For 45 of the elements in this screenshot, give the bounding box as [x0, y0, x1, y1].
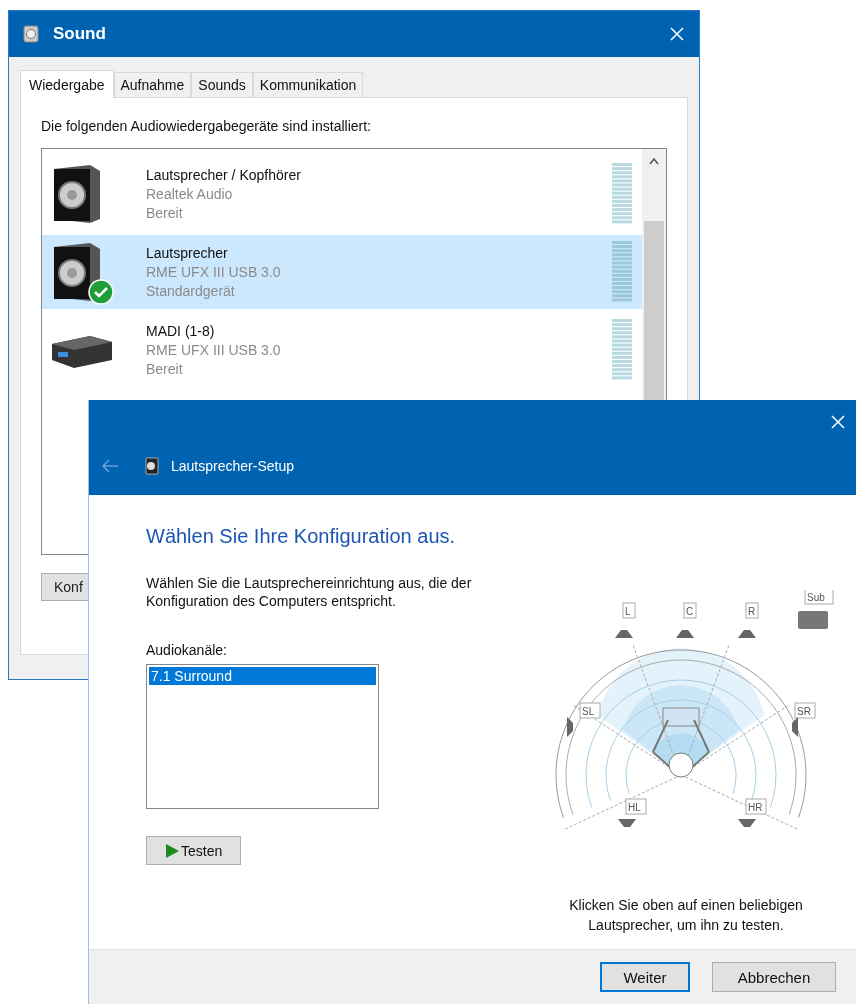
level-meter-icon [612, 241, 632, 303]
device-row[interactable]: MADI (1-8) RME UFX III USB 3.0 Bereit [42, 313, 642, 387]
speaker-button[interactable]: R [738, 602, 759, 638]
channels-label: Audiokanäle: [146, 642, 228, 658]
speaker-button[interactable]: Sub [798, 590, 834, 629]
tab[interactable]: Kommunikation [252, 72, 364, 97]
device-driver: Realtek Audio [146, 184, 234, 204]
speaker-button[interactable]: C [676, 602, 697, 638]
speaker-button[interactable]: SR [792, 702, 816, 737]
dialog-button[interactable]: Abbrechen [712, 962, 836, 992]
channel-option[interactable]: 7.1 Surround [149, 667, 376, 685]
device-row[interactable]: Lautsprecher RME UFX III USB 3.0 Standardgerät [42, 235, 642, 309]
tab[interactable]: Wiedergabe [20, 70, 114, 98]
window-title: Sound [53, 24, 107, 44]
device-driver: RME UFX III USB 3.0 [146, 340, 282, 360]
description-text: Wählen Sie die Lautsprechereinrichtung aus, die der Konfiguration des Computers entspricht. [146, 574, 473, 610]
close-icon[interactable] [669, 26, 685, 42]
device-status: Standardgerät [146, 281, 236, 301]
instruction-text: Die folgenden Audiowiedergabegeräte sind installiert: [41, 118, 372, 134]
level-meter-icon [612, 163, 632, 225]
speaker-icon [23, 25, 39, 43]
speaker-button[interactable]: HR [738, 798, 767, 827]
device-name: MADI (1-8) [146, 321, 216, 341]
device-status: Bereit [146, 359, 184, 379]
play-icon [165, 843, 179, 858]
window-title: Lautsprecher-Setup [171, 458, 294, 474]
test-button[interactable]: Testen [146, 836, 242, 865]
level-meter-icon [612, 319, 632, 381]
listener-at-desk-drawing [652, 707, 710, 778]
close-icon[interactable] [830, 414, 846, 430]
device-driver: RME UFX III USB 3.0 [146, 262, 282, 282]
device-row[interactable]: Lautsprecher / Kopfhörer Realtek Audio Bereit [42, 157, 642, 231]
hint-text: Klicken Sie oben auf einen beliebigen Lautsprecher, um ihn zu testen. [568, 896, 804, 935]
tab[interactable]: Sounds [191, 72, 253, 97]
speaker-button[interactable]: SL [567, 702, 601, 737]
device-name: Lautsprecher / Kopfhörer [146, 165, 302, 185]
device-status: Bereit [146, 203, 184, 223]
speaker-button[interactable]: HL [618, 798, 647, 827]
tab[interactable]: Aufnahme [113, 72, 192, 97]
speaker-icon [145, 457, 159, 475]
scroll-up-icon[interactable] [648, 157, 660, 165]
page-heading: Wählen Sie Ihre Konfiguration aus. [146, 525, 457, 548]
device-name: Lautsprecher [146, 243, 229, 263]
dialog-button[interactable]: Weiter [600, 962, 690, 992]
speaker-button[interactable]: L [615, 602, 636, 638]
